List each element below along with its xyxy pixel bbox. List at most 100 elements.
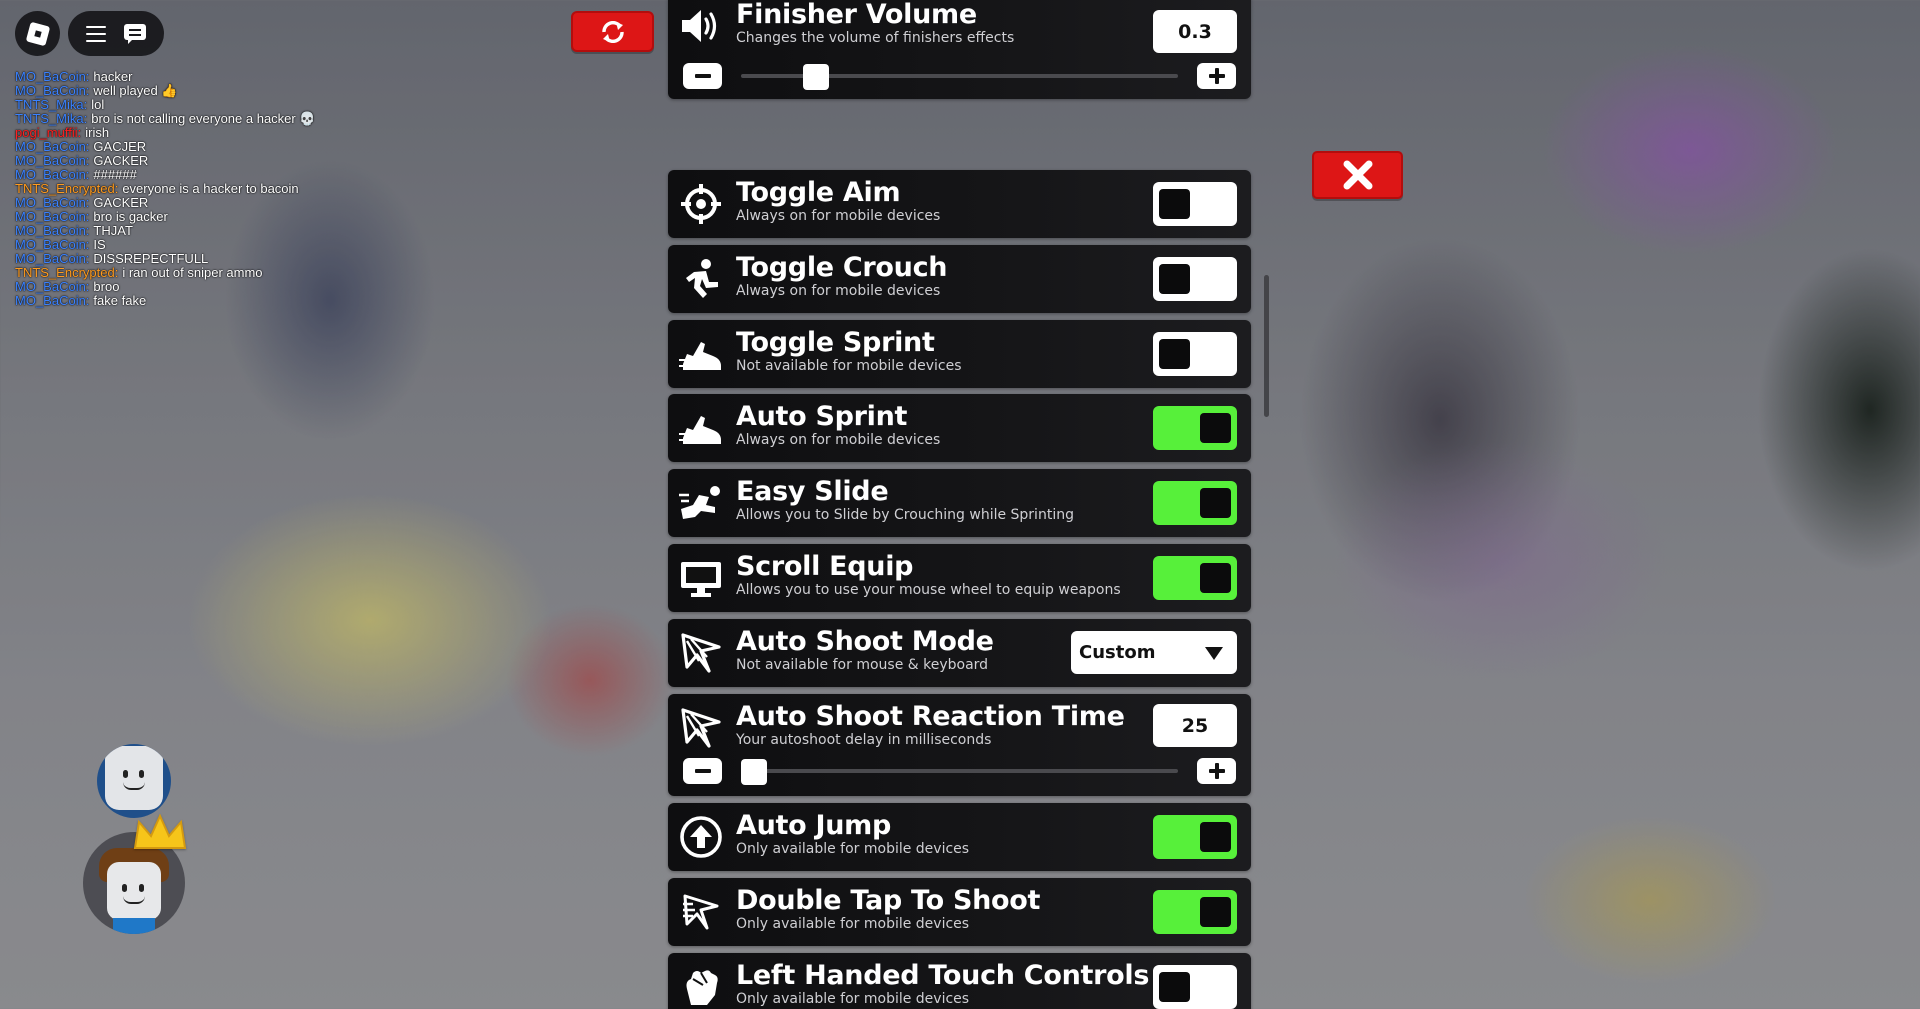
auto-shoot-icon xyxy=(678,630,724,676)
chat-username[interactable]: TNTS_Encrypted: xyxy=(15,181,118,196)
setting-description: Not available for mobile devices xyxy=(736,358,962,374)
reset-settings-button[interactable] xyxy=(571,11,654,52)
setting-title: Scroll Equip xyxy=(736,551,914,582)
scroll-equip-switch[interactable] xyxy=(1153,556,1237,600)
chat-text: DISSREPECTFULL xyxy=(93,251,209,266)
volume-slider-track[interactable] xyxy=(741,64,1178,90)
volume-decrease-button[interactable] xyxy=(683,63,722,89)
finisher-volume-value-box[interactable]: 0.3 xyxy=(1153,10,1237,53)
chat-username[interactable]: MO_BaCoin: xyxy=(15,251,89,266)
crown-icon xyxy=(133,814,187,849)
chat-bubble-icon[interactable] xyxy=(124,23,146,44)
chat-message: MO_BaCoin: IS xyxy=(15,238,316,252)
chat-username[interactable]: MO_BaCoin: xyxy=(15,153,89,168)
plus-icon xyxy=(1208,763,1225,779)
chat-username[interactable]: MO_BaCoin: xyxy=(15,279,89,294)
chat-message: MO_BaCoin: GACKER xyxy=(15,196,316,210)
setting-auto-shoot-mode: Auto Shoot Mode Not available for mouse … xyxy=(668,619,1251,687)
crouch-icon xyxy=(678,256,724,302)
setting-title: Double Tap To Shoot xyxy=(736,885,1041,916)
chat-username[interactable]: pogi_muffii: xyxy=(15,125,81,140)
chat-username[interactable]: MO_BaCoin: xyxy=(15,209,89,224)
chat-text: hacker xyxy=(93,69,133,84)
toggle-sprint-switch[interactable] xyxy=(1153,332,1237,376)
minus-icon xyxy=(694,769,711,773)
monitor-icon xyxy=(678,555,724,601)
setting-description: Only available for mobile devices xyxy=(736,916,970,932)
reaction-time-value-box[interactable]: 25 xyxy=(1153,704,1237,747)
reaction-slider-thumb[interactable] xyxy=(741,759,767,785)
close-x-icon xyxy=(1343,160,1372,190)
chat-username[interactable]: MO_BaCoin: xyxy=(15,69,89,84)
left-handed-switch[interactable] xyxy=(1153,965,1237,1009)
setting-description: Allows you to use your mouse wheel to eq… xyxy=(736,582,1121,598)
chat-message: MO_BaCoin: hacker xyxy=(15,70,316,84)
toggle-crouch-switch[interactable] xyxy=(1153,257,1237,301)
minus-icon xyxy=(694,74,711,78)
setting-description: Always on for mobile devices xyxy=(736,283,941,299)
chat-username[interactable]: MO_BaCoin: xyxy=(15,139,89,154)
chat-username[interactable]: TNTS_Encrypted: xyxy=(15,265,118,280)
setting-description: Changes the volume of finishers effects xyxy=(736,30,1015,46)
reaction-slider-track[interactable] xyxy=(741,759,1178,785)
roblox-menu-button[interactable] xyxy=(15,11,60,56)
toggle-aim-switch[interactable] xyxy=(1153,182,1237,226)
setting-auto-jump: Auto Jump Only available for mobile devi… xyxy=(668,803,1251,871)
reaction-increase-button[interactable] xyxy=(1197,758,1236,784)
chat-username[interactable]: MO_BaCoin: xyxy=(15,167,89,182)
chat-text: ###### xyxy=(93,167,137,182)
setting-toggle-sprint: Toggle Sprint Not available for mobile d… xyxy=(668,320,1251,388)
auto-jump-switch[interactable] xyxy=(1153,815,1237,859)
setting-description: Always on for mobile devices xyxy=(736,432,941,448)
volume-slider-thumb[interactable] xyxy=(802,64,829,90)
setting-title: Finisher Volume xyxy=(736,0,977,30)
close-settings-button[interactable] xyxy=(1312,151,1403,199)
chat-message: MO_BaCoin: well played 👍 xyxy=(15,84,316,98)
speaker-icon xyxy=(678,3,724,49)
plus-icon xyxy=(1208,68,1225,84)
chat-message: MO_BaCoin: ###### xyxy=(15,168,316,182)
chat-message: MO_BaCoin: broo xyxy=(15,280,316,294)
chat-text: bro is not calling everyone a hacker 💀 xyxy=(91,111,316,126)
volume-increase-button[interactable] xyxy=(1197,63,1236,89)
double-tap-shoot-switch[interactable] xyxy=(1153,890,1237,934)
hamburger-menu-icon[interactable] xyxy=(86,25,106,42)
settings-panel: Finisher Volume Changes the volume of fi… xyxy=(668,0,1251,1009)
setting-title: Left Handed Touch Controls xyxy=(736,960,1150,991)
reaction-decrease-button[interactable] xyxy=(683,758,722,784)
roblox-logo-icon xyxy=(25,21,50,46)
chat-text: broo xyxy=(93,279,120,294)
setting-description: Only available for mobile devices xyxy=(736,991,970,1007)
chat-username[interactable]: MO_BaCoin: xyxy=(15,195,89,210)
chat-username[interactable]: MO_BaCoin: xyxy=(15,237,89,252)
chat-text: GACJER xyxy=(93,139,147,154)
easy-slide-switch[interactable] xyxy=(1153,481,1237,525)
chat-username[interactable]: TNTS_Mika: xyxy=(15,111,87,126)
chat-username[interactable]: TNTS_Mika: xyxy=(15,97,87,112)
chat-message: MO_BaCoin: bro is gacker xyxy=(15,210,316,224)
chat-message: TNTS_Encrypted: everyone is a hacker to b… xyxy=(15,182,316,196)
chat-username[interactable]: MO_BaCoin: xyxy=(15,83,89,98)
settings-scrollbar[interactable] xyxy=(1264,275,1269,417)
setting-auto-shoot-reaction-time: Auto Shoot Reaction Time Your autoshoot … xyxy=(668,694,1251,796)
chat-message: TNTS_Mika: lol xyxy=(15,98,316,112)
setting-title: Auto Jump xyxy=(736,810,892,841)
chat-text: irish xyxy=(85,125,110,140)
chat-username[interactable]: MO_BaCoin: xyxy=(15,223,89,238)
setting-double-tap-to-shoot: Double Tap To Shoot Only available for m… xyxy=(668,878,1251,946)
setting-toggle-crouch: Toggle Crouch Always on for mobile devic… xyxy=(668,245,1251,313)
left-hand-icon xyxy=(678,964,724,1009)
setting-description: Only available for mobile devices xyxy=(736,841,970,857)
slide-icon xyxy=(678,480,724,526)
auto-shoot-mode-dropdown[interactable]: Custom xyxy=(1071,631,1237,674)
player-avatar[interactable] xyxy=(97,744,171,818)
arrow-up-circle-icon xyxy=(678,814,724,860)
chat-message: pogi_muffii: irish xyxy=(15,126,316,140)
chat-username[interactable]: MO_BaCoin: xyxy=(15,293,89,308)
chat-log: MO_BaCoin: hacker MO_BaCoin: well played 👍 T… xyxy=(15,70,316,308)
chat-text: bro is gacker xyxy=(93,209,168,224)
setting-title: Auto Shoot Mode xyxy=(736,626,994,657)
chat-text: GACKER xyxy=(93,195,149,210)
chat-text: everyone is a hacker to bacoin xyxy=(122,181,299,196)
auto-sprint-switch[interactable] xyxy=(1153,406,1237,450)
